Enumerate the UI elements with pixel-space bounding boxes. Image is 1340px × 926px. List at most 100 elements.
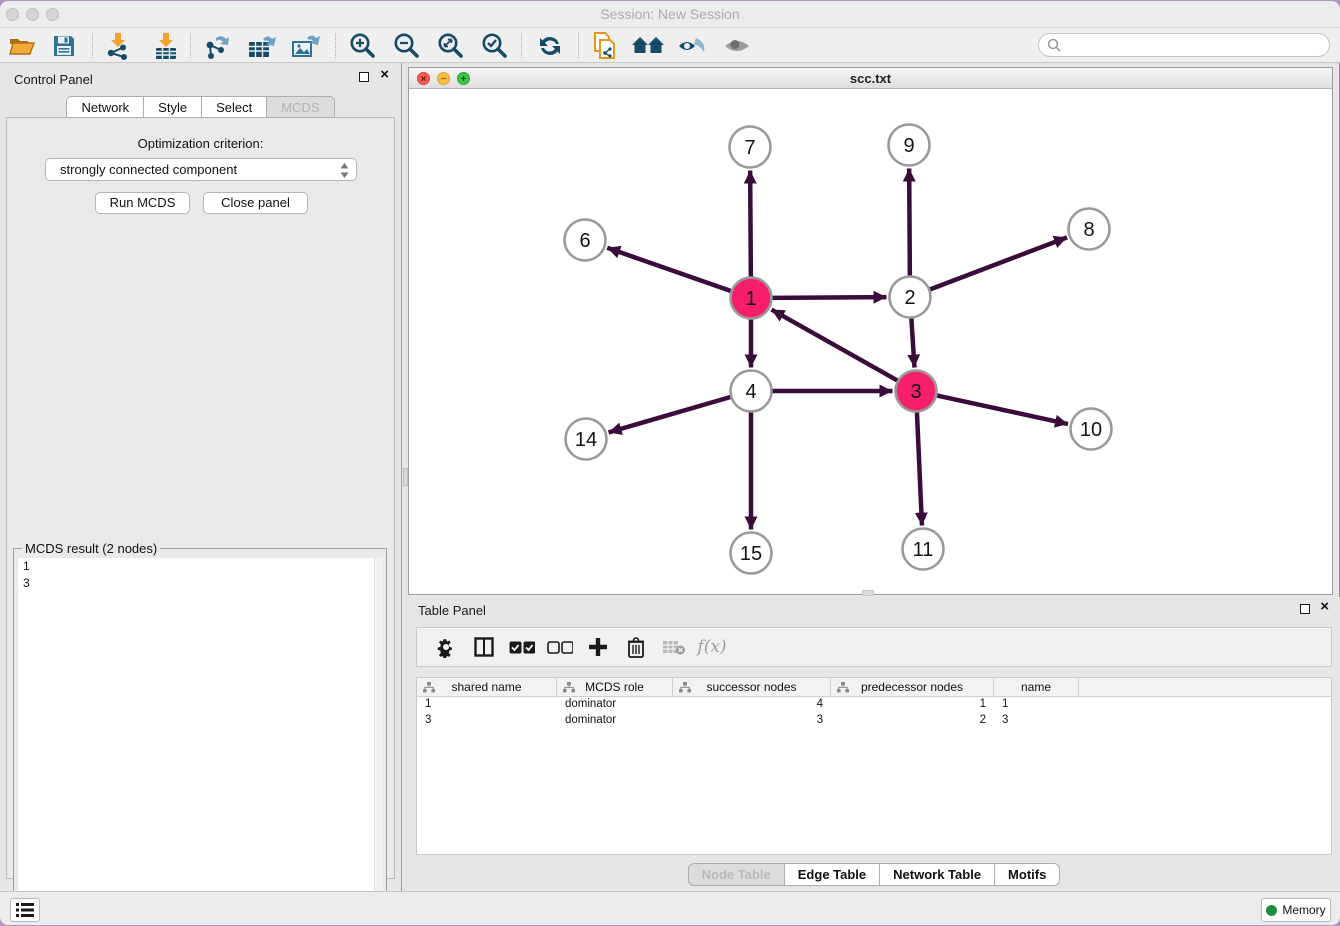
zoom-in-button[interactable] xyxy=(345,30,379,61)
cell-shared-name[interactable]: 1 xyxy=(417,697,557,713)
tab-motifs[interactable]: Motifs xyxy=(995,863,1060,886)
node-table[interactable]: shared name MCDS rolesuccessor nodes prede… xyxy=(416,677,1332,855)
deselect-all-button[interactable] xyxy=(541,630,579,664)
tab-node-table[interactable]: Node Table xyxy=(688,863,785,886)
table-row[interactable]: 1dominator411 xyxy=(417,697,1331,713)
edge-2-8[interactable] xyxy=(929,237,1067,289)
window-titlebar[interactable]: Session: New Session xyxy=(0,1,1340,28)
toggle-columns-button[interactable] xyxy=(465,630,503,664)
network-graph[interactable]: 7 9 6 8 1 2 4 3 10 14 15 11 xyxy=(409,89,1332,594)
float-panel-icon[interactable] xyxy=(359,72,369,82)
tab-network-table[interactable]: Network Table xyxy=(880,863,995,886)
export-table-icon xyxy=(247,32,277,60)
node-14[interactable]: 14 xyxy=(566,419,607,460)
node-15[interactable]: 15 xyxy=(731,533,772,574)
table-row[interactable]: 3dominator323 xyxy=(417,713,1331,729)
cell-predecessor-nodes[interactable]: 1 xyxy=(831,697,994,713)
export-image-button[interactable] xyxy=(288,30,322,61)
task-history-button[interactable] xyxy=(10,898,40,922)
column-header-shared-name[interactable]: shared name xyxy=(417,678,557,697)
status-bar: Memory xyxy=(0,891,1340,925)
optimization-criterion-select[interactable]: strongly connected component xyxy=(45,158,357,181)
column-header-successor-nodes[interactable]: successor nodes xyxy=(673,678,831,697)
cell-mcds-role[interactable]: dominator xyxy=(557,697,673,713)
memory-button[interactable]: Memory xyxy=(1261,898,1331,922)
node-3[interactable]: 3 xyxy=(896,371,937,412)
column-header-name[interactable]: name xyxy=(994,678,1079,697)
cell-predecessor-nodes[interactable]: 2 xyxy=(831,713,994,729)
zoom-fit-button[interactable] xyxy=(433,30,467,61)
tab-edge-table[interactable]: Edge Table xyxy=(785,863,880,886)
zoom-selected-button[interactable] xyxy=(477,30,511,61)
horizontal-splitter-grip[interactable] xyxy=(862,590,874,596)
column-label: predecessor nodes xyxy=(861,680,963,694)
search-input[interactable] xyxy=(1038,33,1330,57)
node-9[interactable]: 9 xyxy=(889,125,930,166)
edge-2-3[interactable] xyxy=(911,317,914,367)
table-toolbar: f(x) xyxy=(416,627,1332,667)
add-row-button[interactable] xyxy=(579,630,617,664)
hide-selected-button[interactable] xyxy=(675,30,709,61)
edge-1-7[interactable] xyxy=(750,170,751,277)
tab-network[interactable]: Network xyxy=(66,96,144,118)
apply-function-button[interactable]: f(x) xyxy=(693,630,731,664)
cell-name[interactable]: 3 xyxy=(994,713,1079,729)
cell-successor-nodes[interactable]: 3 xyxy=(673,713,831,729)
cell-successor-nodes[interactable]: 4 xyxy=(673,697,831,713)
table-settings-button[interactable] xyxy=(427,630,465,664)
save-session-button[interactable] xyxy=(47,30,81,61)
memory-label: Memory xyxy=(1282,903,1325,917)
vertical-splitter[interactable] xyxy=(401,63,408,891)
close-panel-icon[interactable]: × xyxy=(380,70,389,80)
column-label: shared name xyxy=(451,680,521,694)
node-7[interactable]: 7 xyxy=(730,127,771,168)
edge-3-1[interactable] xyxy=(771,310,898,381)
edge-1-2[interactable] xyxy=(771,297,886,298)
open-session-button[interactable] xyxy=(5,30,39,61)
export-table-button[interactable] xyxy=(245,30,279,61)
run-mcds-button[interactable]: Run MCDS xyxy=(95,192,190,214)
new-network-from-selection-button[interactable] xyxy=(588,30,622,61)
edge-1-6[interactable] xyxy=(607,248,731,291)
cell-mcds-role[interactable]: dominator xyxy=(557,713,673,729)
node-6[interactable]: 6 xyxy=(565,220,606,261)
mcds-result-textarea[interactable]: 13 xyxy=(18,558,383,924)
edge-3-11[interactable] xyxy=(917,411,922,525)
delete-row-button[interactable] xyxy=(617,630,655,664)
column-header-mcds-role[interactable]: MCDS role xyxy=(557,678,673,697)
import-table-button[interactable] xyxy=(149,30,183,61)
export-image-icon xyxy=(290,32,320,60)
show-all-button[interactable] xyxy=(720,30,754,61)
zoom-in-icon xyxy=(347,31,377,61)
delete-table-icon xyxy=(662,639,686,655)
zoom-out-button[interactable] xyxy=(389,30,423,61)
table-float-icon[interactable] xyxy=(1300,604,1310,614)
network-window-titlebar[interactable]: × − + scc.txt xyxy=(409,68,1332,89)
list-icon xyxy=(16,903,34,917)
column-header-predecessor-nodes[interactable]: predecessor nodes xyxy=(831,678,994,697)
result-scrollbar[interactable] xyxy=(374,558,383,924)
node-11[interactable]: 11 xyxy=(903,529,944,570)
delete-table-button[interactable] xyxy=(655,630,693,664)
edge-3-10[interactable] xyxy=(936,395,1068,424)
export-network-button[interactable] xyxy=(201,30,235,61)
close-panel-button[interactable]: Close panel xyxy=(203,192,308,214)
node-label: 7 xyxy=(744,137,755,159)
import-network-button[interactable] xyxy=(101,30,135,61)
node-10[interactable]: 10 xyxy=(1071,409,1112,450)
node-1[interactable]: 1 xyxy=(731,278,772,319)
tab-mcds[interactable]: MCDS xyxy=(267,96,334,118)
node-2[interactable]: 2 xyxy=(890,277,931,318)
tab-select[interactable]: Select xyxy=(202,96,267,118)
refresh-button[interactable] xyxy=(533,30,567,61)
table-close-icon[interactable]: × xyxy=(1320,602,1329,612)
edge-2-9[interactable] xyxy=(909,168,910,276)
cell-shared-name[interactable]: 3 xyxy=(417,713,557,729)
node-8[interactable]: 8 xyxy=(1069,209,1110,250)
cell-name[interactable]: 1 xyxy=(994,697,1079,713)
select-all-button[interactable] xyxy=(503,630,541,664)
edge-4-14[interactable] xyxy=(609,397,732,433)
tab-style[interactable]: Style xyxy=(144,96,202,118)
first-neighbors-button[interactable] xyxy=(631,30,665,61)
node-4[interactable]: 4 xyxy=(731,371,772,412)
